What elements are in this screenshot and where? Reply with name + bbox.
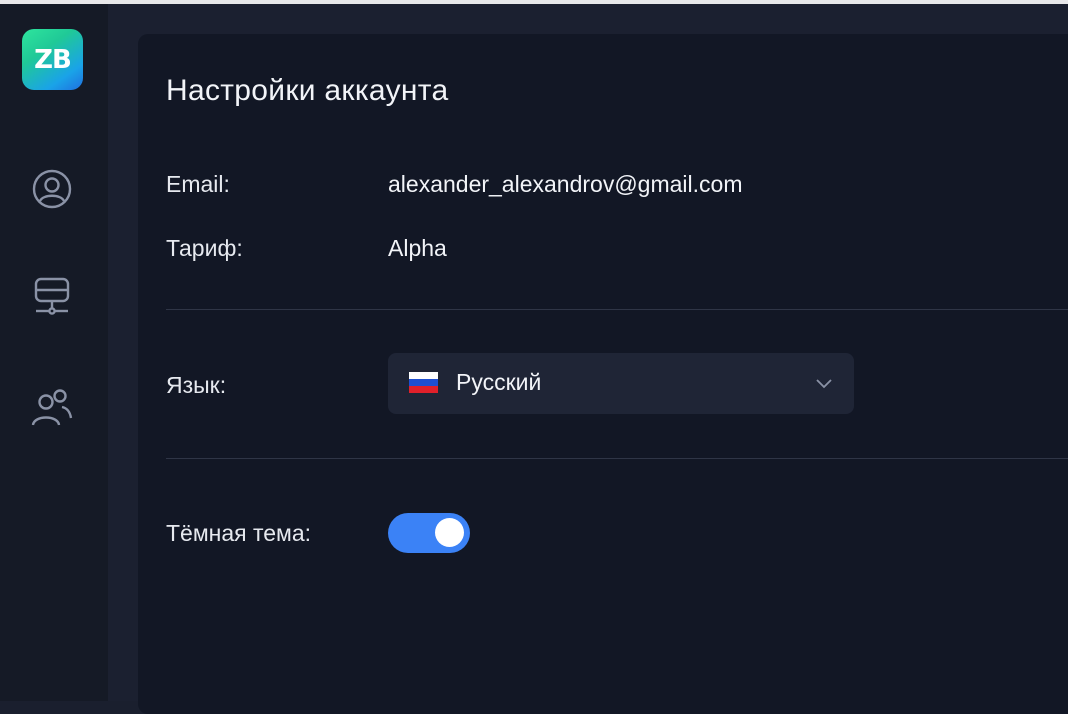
server-network-icon <box>34 277 70 315</box>
divider <box>166 458 1068 459</box>
page-title: Настройки аккаунта <box>166 74 449 107</box>
dark-theme-label: Тёмная тема: <box>166 520 312 546</box>
plan-label: Тариф: <box>166 235 243 261</box>
sidebar-item-servers[interactable] <box>30 273 74 317</box>
app-logo[interactable]: ZB <box>22 29 83 90</box>
sidebar: ZB <box>0 4 108 701</box>
email-label: Email: <box>166 171 230 197</box>
language-select-value: Русский <box>456 369 542 395</box>
user-circle-icon <box>32 169 72 209</box>
ru-flag-icon <box>409 372 438 393</box>
users-icon <box>31 389 73 426</box>
sidebar-item-profile[interactable] <box>30 167 74 211</box>
plan-value: Alpha <box>388 235 447 261</box>
chevron-down-icon <box>816 379 832 389</box>
language-select[interactable]: Русский <box>388 353 854 414</box>
toggle-knob <box>435 518 464 547</box>
divider <box>166 309 1068 310</box>
sidebar-item-users[interactable] <box>30 386 74 430</box>
language-label: Язык: <box>166 372 227 398</box>
logo-text: ZB <box>34 44 72 75</box>
email-value: alexander_alexandrov@gmail.com <box>388 171 743 197</box>
dark-theme-toggle[interactable] <box>388 513 470 553</box>
